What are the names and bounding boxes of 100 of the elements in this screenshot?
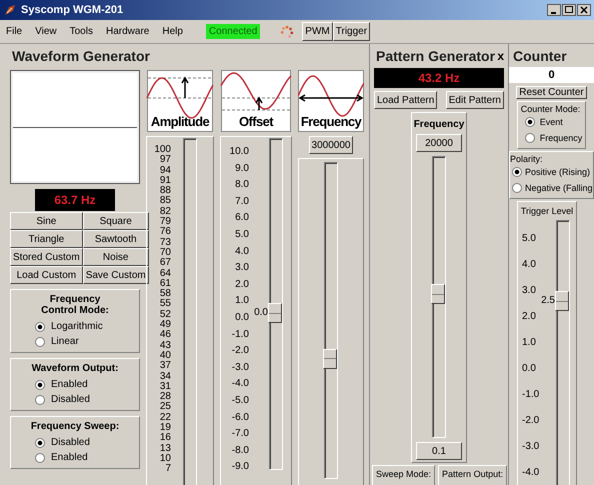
scale-label: 34 [160, 372, 171, 382]
scale-label: 73 [160, 238, 171, 248]
slider-thumb[interactable] [555, 291, 569, 311]
pattern-button[interactable]: Load Pattern [374, 91, 438, 109]
frequency-value-button[interactable]: 3000000 [308, 136, 354, 154]
min-value-button[interactable]: 0.1 [416, 442, 462, 460]
slider-track[interactable] [183, 138, 197, 485]
scale-label: 13 [160, 444, 171, 454]
pattern-button[interactable]: Edit Pattern [446, 91, 504, 109]
slider-thumb[interactable] [268, 303, 282, 324]
radio-button[interactable] [524, 117, 535, 127]
illustration-label: Amplitude [150, 114, 210, 130]
counter-field: 0 [509, 67, 594, 83]
radio-button[interactable] [35, 438, 45, 448]
max-value-button[interactable]: 20000 [416, 134, 462, 152]
frequency-illustration [298, 70, 364, 132]
scale-label: 16 [160, 433, 171, 444]
scale-label: 31 [160, 382, 171, 392]
group-title: Waveform Output: [32, 363, 118, 374]
radio-button[interactable] [35, 452, 45, 462]
radio-button[interactable] [35, 394, 45, 404]
radio-label: Linear [51, 336, 79, 347]
radio-button[interactable] [512, 183, 522, 193]
scale-label: 1.0 [522, 336, 536, 350]
menu-item[interactable]: File [6, 26, 22, 37]
waveform-button[interactable]: Stored Custom [10, 248, 83, 266]
scale-label: -7.0 [232, 427, 249, 442]
scale-label: 9.0 [235, 162, 249, 176]
scale-label: -2.0 [522, 414, 540, 428]
scale-label: 46 [160, 330, 171, 341]
waveform-button[interactable]: Sawtooth [82, 230, 149, 248]
menu-item[interactable]: Help [162, 26, 183, 37]
maximize-icon[interactable] [562, 4, 576, 16]
scale-label: 1.0 [235, 294, 249, 308]
waveform-button[interactable]: Sine [10, 212, 83, 230]
close-icon[interactable] [577, 4, 591, 16]
connection-status: Connected [206, 24, 260, 39]
illustration-label: Offset [238, 114, 274, 130]
scale-label: 97 [160, 155, 171, 166]
section-title: Waveform Generator [11, 47, 151, 64]
scale-label: 3.0 [235, 261, 249, 276]
radio-button[interactable] [512, 167, 522, 177]
scale-label: 94 [160, 166, 171, 176]
menu-item[interactable]: View [35, 26, 57, 37]
close-button[interactable]: x [497, 45, 504, 63]
scale-label: 64 [160, 268, 171, 279]
section-title: Counter [512, 47, 568, 64]
menu-item[interactable]: Tools [70, 26, 93, 37]
scale-label: 37 [160, 361, 171, 372]
scale-label: 25 [160, 402, 171, 413]
waveform-button[interactable]: Load Custom [10, 266, 83, 284]
scale-label: -5.0 [232, 394, 249, 408]
radio-label: Disabled [51, 394, 90, 405]
scale-label: 49 [160, 320, 171, 330]
slider-thumb[interactable] [323, 348, 337, 369]
waveform-button[interactable]: Save Custom [82, 266, 149, 284]
scale-label: 4.0 [235, 244, 249, 259]
scale-label: 55 [160, 299, 171, 310]
toolbar-button[interactable]: PWM [302, 22, 333, 41]
radio-button[interactable] [35, 336, 45, 346]
group-title: Frequency Sweep: [30, 421, 120, 432]
minimize-icon[interactable] [547, 4, 561, 16]
scale-label: -9.0 [232, 460, 249, 474]
scale-label: 40 [160, 350, 171, 361]
scale-label: 88 [160, 186, 171, 196]
radio-button[interactable] [35, 380, 45, 390]
waveform-button[interactable]: Noise [82, 248, 149, 266]
scale-label: 5.0 [235, 228, 249, 242]
radio-button[interactable] [35, 322, 45, 332]
scale-label: 85 [160, 196, 171, 207]
reset-counter-button[interactable]: Reset Counter [516, 86, 587, 99]
radio-button[interactable] [524, 133, 535, 143]
menu-item[interactable]: Hardware [106, 26, 150, 37]
scale-label: 6.0 [235, 211, 249, 226]
scale-label: 10.0 [230, 145, 249, 159]
amplitude-illustration [146, 70, 214, 132]
scale-label: 76 [160, 227, 171, 238]
scale-label: 52 [160, 310, 171, 320]
waveform-button[interactable]: Triangle [10, 230, 83, 248]
window-title: Syscomp WGM-201 [21, 4, 124, 16]
scale-label: 82 [160, 206, 171, 217]
scale-label: -2.0 [232, 344, 249, 358]
slider-reading: 0.0 [254, 307, 268, 318]
scale-label: 70 [160, 248, 171, 258]
slider-thumb[interactable] [431, 284, 445, 304]
frequency-display: 63.7 Hz [35, 189, 115, 211]
scale-label: 2.0 [235, 278, 249, 292]
frequency-display: 43.2 Hz [374, 68, 504, 88]
scale-label: -3.0 [522, 440, 540, 454]
scale-label: 5.0 [522, 232, 536, 246]
waveform-button[interactable]: Square [82, 212, 149, 230]
slider-label: Trigger Level [520, 206, 574, 216]
scale-label: 61 [160, 278, 171, 289]
scale-label: 79 [160, 217, 171, 228]
scale-label: 7.0 [235, 194, 249, 209]
scale-label: 3.0 [522, 284, 536, 298]
radio-label: Disabled [51, 437, 90, 448]
toolbar-button[interactable]: Trigger [332, 22, 370, 41]
scale-label: 8.0 [235, 178, 249, 192]
scale-label: -3.0 [232, 360, 249, 375]
